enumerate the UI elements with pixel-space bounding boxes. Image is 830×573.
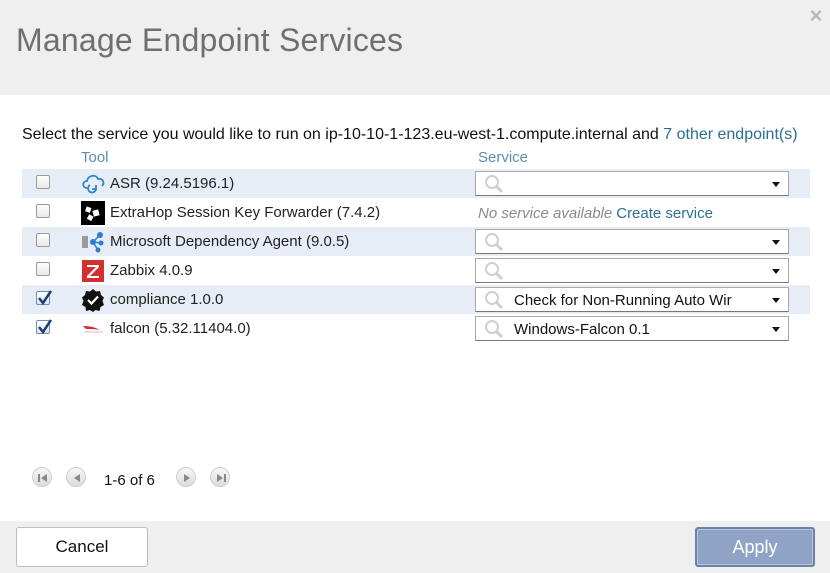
column-header-tool: Tool <box>81 149 109 166</box>
chevron-down-icon <box>772 298 780 303</box>
extrahop-icon <box>81 201 105 225</box>
pagination: 1-6 of 6 <box>32 467 252 489</box>
search-icon <box>482 261 508 281</box>
tool-row-extrahop: ExtraHop Session Key Forwarder (7.4.2) N… <box>22 198 810 227</box>
service-select-falcon[interactable]: Windows-Falcon 0.1 <box>475 316 789 341</box>
cancel-button[interactable]: Cancel <box>16 527 148 567</box>
tool-row-asr: ASR (9.24.5196.1) <box>22 169 810 198</box>
tool-list: ASR (9.24.5196.1) ExtraHop Session Key F… <box>22 169 810 343</box>
tool-checkbox-microsoft-dependency[interactable] <box>36 233 50 247</box>
tool-checkbox-extrahop[interactable] <box>36 204 50 218</box>
chevron-down-icon <box>772 240 780 245</box>
service-select-asr[interactable] <box>475 171 789 196</box>
next-page-icon <box>184 474 190 482</box>
service-value: Check for Non-Running Auto Wir <box>514 292 732 309</box>
previous-page-button[interactable] <box>66 467 86 487</box>
zabbix-icon <box>81 259 105 283</box>
first-page-icon <box>38 474 47 482</box>
tool-row-compliance: compliance 1.0.0 Check for Non-Running A… <box>22 285 810 314</box>
search-icon <box>482 174 508 194</box>
chevron-down-icon <box>772 182 780 187</box>
chevron-down-icon <box>772 327 780 332</box>
last-page-icon <box>217 474 226 482</box>
no-service-text: No service available <box>478 205 613 222</box>
search-icon <box>482 319 508 339</box>
dialog-footer: Cancel Apply <box>0 521 830 573</box>
next-page-button[interactable] <box>176 467 196 487</box>
search-icon <box>482 290 508 310</box>
tool-checkbox-falcon[interactable] <box>36 319 52 335</box>
tool-label: Microsoft Dependency Agent (9.0.5) <box>110 233 350 250</box>
dialog-header: Manage Endpoint Services × <box>0 0 830 95</box>
tool-row-falcon: falcon (5.32.11404.0) Windows-Falcon 0.1 <box>22 314 810 343</box>
column-header-service: Service <box>478 149 529 166</box>
tool-checkbox-zabbix[interactable] <box>36 262 50 276</box>
tool-checkbox-asr[interactable] <box>36 175 50 189</box>
tool-row-microsoft-dependency: Microsoft Dependency Agent (9.0.5) <box>22 227 810 256</box>
previous-page-icon <box>74 474 80 482</box>
prompt: Select the service you would like to run… <box>22 126 798 144</box>
chevron-down-icon <box>772 269 780 274</box>
tool-label: compliance 1.0.0 <box>110 291 224 308</box>
no-service-message: No service available Create service <box>478 205 713 222</box>
service-value: Windows-Falcon 0.1 <box>514 321 650 338</box>
falcon-icon <box>81 317 105 341</box>
search-icon <box>482 232 508 252</box>
create-service-link[interactable]: Create service <box>616 205 713 222</box>
service-select-zabbix[interactable] <box>475 258 789 283</box>
compliance-badge-icon <box>81 288 105 312</box>
tool-label: Zabbix 4.0.9 <box>110 262 193 279</box>
prompt-text: Select the service you would like to run… <box>22 126 664 143</box>
tool-checkbox-compliance[interactable] <box>36 290 52 306</box>
microsoft-dependency-icon <box>81 230 105 254</box>
tool-row-zabbix: Zabbix 4.0.9 <box>22 256 810 285</box>
dialog-title: Manage Endpoint Services <box>16 22 404 58</box>
apply-button[interactable]: Apply <box>695 527 815 567</box>
first-page-button[interactable] <box>32 467 52 487</box>
other-endpoints-link[interactable]: 7 other endpoint(s) <box>663 126 797 143</box>
page-range: 1-6 of 6 <box>104 472 155 489</box>
service-select-compliance[interactable]: Check for Non-Running Auto Wir <box>475 287 789 312</box>
close-icon[interactable]: × <box>806 5 826 28</box>
tool-label: ExtraHop Session Key Forwarder (7.4.2) <box>110 204 381 221</box>
tool-label: falcon (5.32.11404.0) <box>110 320 251 337</box>
tool-label: ASR (9.24.5196.1) <box>110 175 235 192</box>
service-select-microsoft-dependency[interactable] <box>475 229 789 254</box>
last-page-button[interactable] <box>210 467 230 487</box>
asr-cloud-icon <box>81 172 105 196</box>
